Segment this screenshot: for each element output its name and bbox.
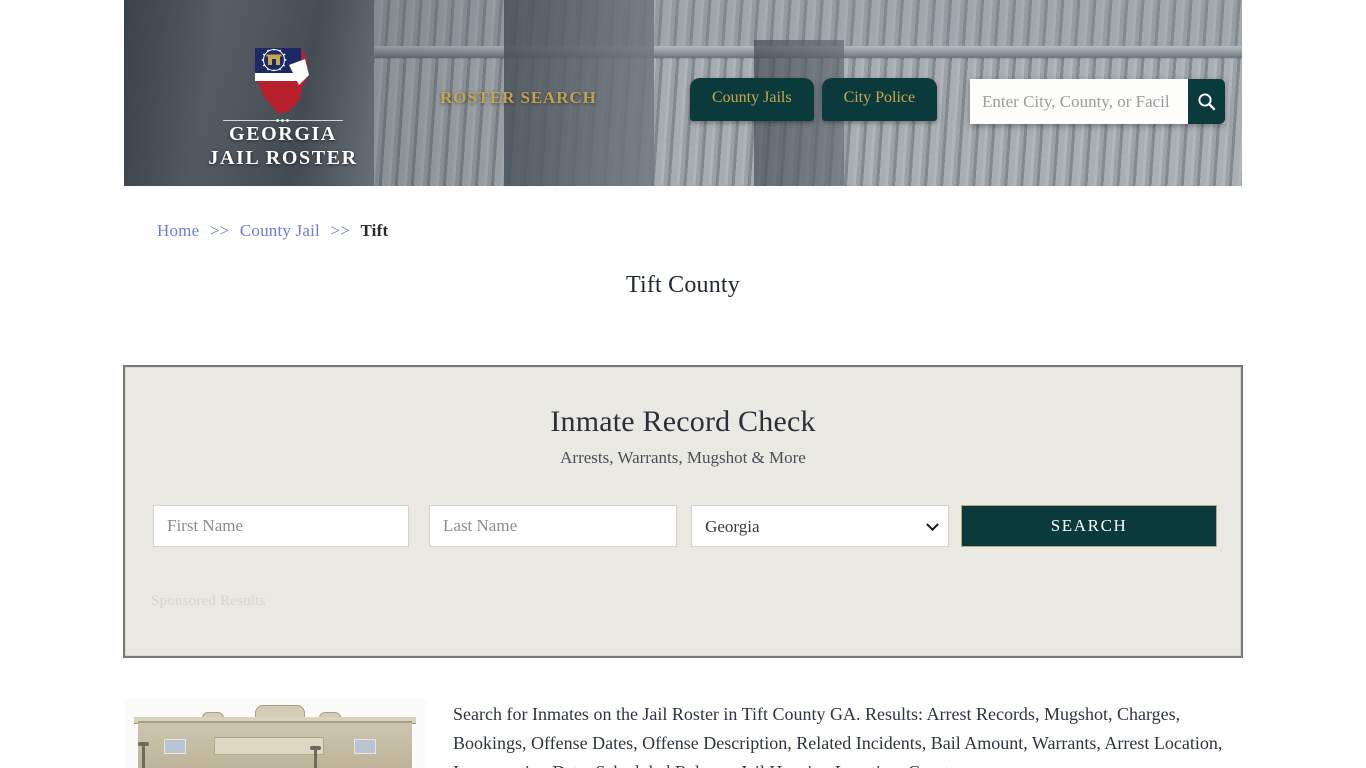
logo-line-2: JAIL ROSTER — [208, 146, 358, 169]
sponsored-results-label: Sponsored Results — [151, 593, 266, 609]
panel-subheading: Arrests, Warrants, Mugshot & More — [560, 448, 806, 467]
courthouse-frieze — [214, 737, 324, 755]
header-search-input[interactable] — [970, 79, 1188, 124]
state-select-wrapper: Georgia — [691, 505, 950, 547]
courthouse-window-left — [164, 739, 186, 754]
courthouse-window-right — [354, 739, 376, 754]
breadcrumb-current: Tift — [360, 221, 389, 240]
state-select[interactable]: Georgia — [691, 505, 950, 547]
site-tagline: ROSTER SEARCH — [440, 88, 597, 107]
courthouse-lamp-head-left — [138, 742, 149, 746]
last-name-input[interactable] — [429, 505, 678, 547]
courthouse-illustration — [124, 699, 426, 768]
inmate-search-button[interactable]: SEARCH — [961, 505, 1217, 547]
inmate-search-form: Georgia SEARCH — [153, 505, 1217, 547]
panel-heading: Inmate Record Check — [550, 405, 816, 438]
site-logo[interactable]: GEORGIA JAIL ROSTER — [188, 45, 378, 170]
site-header: GEORGIA JAIL ROSTER ROSTER SEARCH County… — [124, 0, 1242, 186]
nav-city-police[interactable]: City Police — [821, 78, 938, 121]
page-root: GEORGIA JAIL ROSTER ROSTER SEARCH County… — [0, 0, 1366, 768]
breadcrumb: Home >> County Jail >> Tift — [157, 221, 388, 241]
first-name-input[interactable] — [153, 505, 410, 547]
breadcrumb-home[interactable]: Home — [157, 221, 199, 240]
courthouse-lamp-right — [314, 747, 317, 768]
logo-divider — [223, 120, 343, 121]
breadcrumb-separator-1: >> — [209, 221, 230, 240]
header-search — [970, 79, 1225, 124]
courthouse-thumbnail[interactable] — [124, 699, 426, 768]
primary-nav: County Jails City Police — [690, 78, 938, 121]
breadcrumb-separator-2: >> — [330, 221, 350, 240]
breadcrumb-county-jail[interactable]: County Jail — [240, 221, 320, 240]
georgia-state-flag-icon — [255, 48, 309, 114]
page-description: Search for Inmates on the Jail Roster in… — [453, 704, 1223, 768]
header-search-button[interactable] — [1188, 79, 1225, 124]
search-icon — [1198, 93, 1216, 111]
page-title: Tift County — [625, 272, 741, 298]
courthouse-lamp-left — [142, 743, 145, 768]
inmate-record-check-panel: Inmate Record Check Arrests, Warrants, M… — [123, 365, 1243, 658]
logo-line-1: GEORGIA — [229, 123, 337, 145]
nav-county-jails[interactable]: County Jails — [690, 78, 814, 121]
courthouse-lamp-head-right — [310, 746, 321, 750]
